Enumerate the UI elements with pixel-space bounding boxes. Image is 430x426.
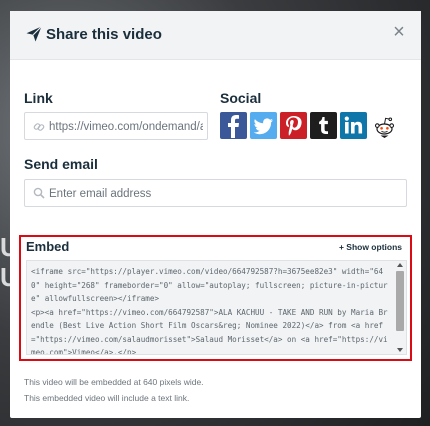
modal-title: Share this video <box>46 26 162 43</box>
link-field[interactable]: https://vimeo.com/ondemand/a <box>24 112 208 140</box>
share-modal: Share this video × Link https://vimeo.co… <box>10 11 421 418</box>
email-field[interactable]: Enter email address <box>24 179 407 207</box>
tumblr-icon <box>319 117 328 134</box>
embed-section: Embed + Show options <iframe src="https:… <box>19 235 412 361</box>
send-icon <box>26 26 42 42</box>
twitter-button[interactable] <box>250 112 277 139</box>
link-icon <box>33 123 45 131</box>
search-icon <box>33 187 45 199</box>
embed-label: Embed <box>26 239 70 254</box>
linkedin-icon <box>344 116 363 134</box>
facebook-icon <box>228 115 239 138</box>
embed-code-textarea[interactable]: <iframe src="https://player.vimeo.com/vi… <box>26 260 407 355</box>
scroll-down-arrow-icon[interactable] <box>397 348 403 352</box>
tumblr-button[interactable] <box>310 112 337 139</box>
link-value: https://vimeo.com/ondemand/a <box>49 121 203 133</box>
pinterest-button[interactable] <box>280 112 307 139</box>
social-label: Social <box>220 90 262 106</box>
send-email-label: Send email <box>24 156 98 172</box>
scroll-thumb[interactable] <box>396 271 404 331</box>
facebook-button[interactable] <box>220 112 247 139</box>
twitter-icon <box>253 118 273 135</box>
embed-width-note: This video will be embedded at 640 pixel… <box>24 377 204 387</box>
social-buttons <box>220 112 400 139</box>
pinterest-icon <box>286 116 302 136</box>
show-options-link[interactable]: + Show options <box>339 241 402 253</box>
email-placeholder: Enter email address <box>49 188 152 200</box>
modal-header: Share this video × <box>10 11 421 60</box>
link-label: Link <box>24 90 53 106</box>
reddit-icon <box>374 117 395 138</box>
close-button[interactable]: × <box>389 21 409 43</box>
linkedin-button[interactable] <box>340 112 367 139</box>
scroll-up-arrow-icon[interactable] <box>397 263 403 267</box>
embed-link-note: This embedded video will include a text … <box>24 393 190 403</box>
reddit-button[interactable] <box>371 112 398 139</box>
embed-code-scrollbar[interactable] <box>395 262 405 353</box>
embed-code: <iframe src="https://player.vimeo.com/vi… <box>31 267 388 355</box>
